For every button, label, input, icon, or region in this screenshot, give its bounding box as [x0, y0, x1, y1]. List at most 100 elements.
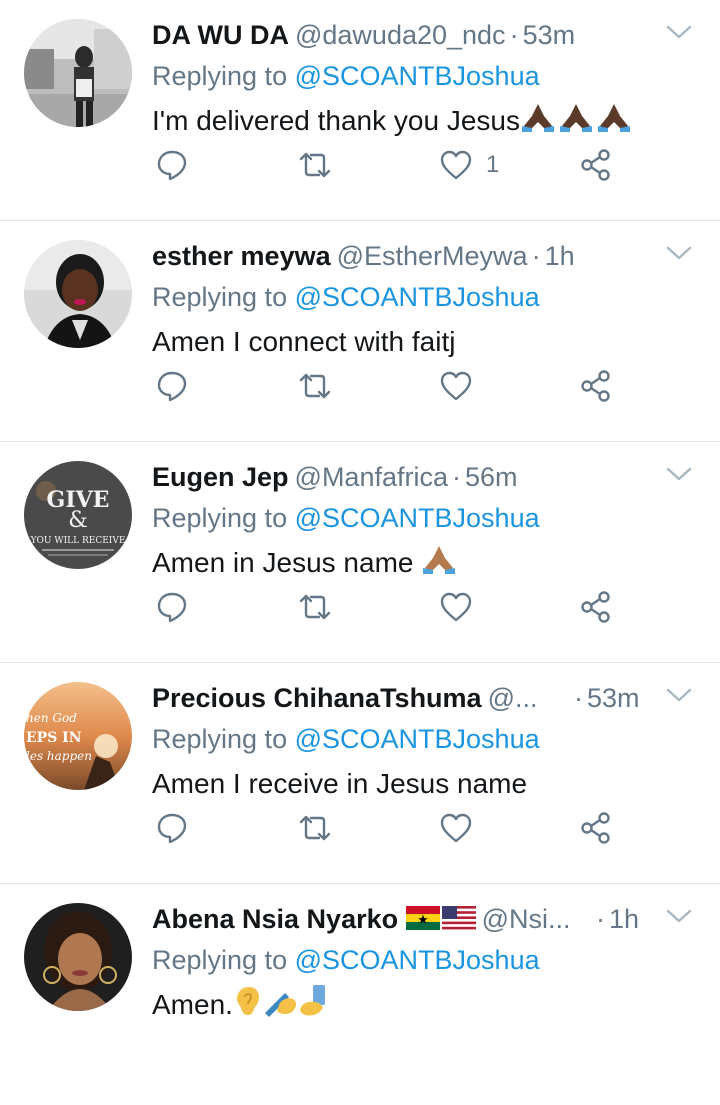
display-name[interactable]: esther meywa — [152, 241, 331, 271]
share-button[interactable] — [580, 806, 612, 850]
timestamp[interactable]: 53m — [587, 683, 640, 713]
tweet-header: Precious ChihanaTshuma @... — [152, 678, 628, 718]
mention-link[interactable]: @SCOANTBJoshua — [295, 724, 540, 754]
avatar[interactable]: hen God EPS IN les happen — [24, 682, 132, 790]
separator: · — [509, 20, 519, 50]
like-button[interactable] — [440, 364, 472, 408]
mention-link[interactable]: @SCOANTBJoshua — [295, 61, 540, 91]
tweet-header-time: · 53m — [570, 678, 656, 718]
separator: · — [596, 904, 605, 934]
share-icon — [581, 149, 610, 181]
share-button[interactable] — [580, 585, 612, 629]
reply-button[interactable] — [156, 585, 188, 629]
tweet-body: Amen. — [152, 989, 233, 1020]
user-handle[interactable]: @Manfafrica — [295, 462, 448, 492]
share-button[interactable] — [580, 364, 612, 408]
tweet-text: Amen I receive in Jesus name — [152, 763, 527, 805]
tweet-body: Amen I connect with faitj — [152, 326, 456, 357]
user-handle[interactable]: @... — [488, 683, 538, 713]
like-button[interactable] — [440, 806, 472, 850]
usa-flag-icon — [441, 901, 476, 939]
user-handle[interactable]: @EstherMeywa — [337, 241, 528, 271]
reply-button[interactable] — [156, 806, 188, 850]
reply-button[interactable] — [156, 143, 188, 187]
avatar-text: les happen — [26, 749, 92, 763]
reply-icon — [157, 592, 187, 623]
heart-icon — [440, 813, 472, 843]
tweet-text: Amen. — [152, 984, 329, 1029]
chevron-down-icon[interactable] — [666, 22, 692, 42]
tweet[interactable]: DA WU DA @dawuda20_ndc · 53m Replying to @S… — [0, 0, 720, 221]
separator: · — [452, 462, 461, 492]
like-count: 1 — [486, 151, 500, 178]
retweet-button[interactable] — [298, 585, 332, 629]
display-name[interactable]: Abena Nsia Nyarko — [152, 904, 398, 934]
retweet-icon — [299, 152, 331, 178]
avatar[interactable] — [24, 903, 132, 1011]
tweet-header: Eugen Jep @Manfafrica · 56m — [152, 457, 656, 497]
replying-label: Replying to — [152, 282, 288, 312]
avatar[interactable] — [24, 240, 132, 348]
replying-label: Replying to — [152, 724, 288, 754]
replying-to: Replying to @SCOANTBJoshua — [152, 940, 540, 980]
tweet[interactable]: GIVE & YOU WILL RECEIVE Eugen Jep @Manfaf… — [0, 442, 720, 663]
user-handle[interactable]: @Nsi... — [482, 904, 571, 934]
display-name[interactable]: DA WU DA — [152, 20, 289, 50]
chevron-down-icon[interactable] — [666, 464, 692, 484]
tweet[interactable]: esther meywa @EstherMeywa · 1h Replying to … — [0, 221, 720, 442]
share-button[interactable] — [580, 143, 612, 187]
separator: · — [531, 241, 541, 271]
avatar[interactable] — [24, 19, 132, 127]
ear-icon — [233, 985, 263, 1029]
tweet-actions: 1 — [156, 143, 626, 187]
tweet-header: esther meywa @EstherMeywa · 1h — [152, 236, 656, 276]
mention-link[interactable]: @SCOANTBJoshua — [295, 282, 540, 312]
timestamp[interactable]: 1h — [545, 241, 575, 271]
mention-link[interactable]: @SCOANTBJoshua — [295, 945, 540, 975]
like-button[interactable]: 1 — [440, 143, 499, 187]
retweet-icon — [299, 815, 331, 841]
tweet[interactable]: Abena Nsia Nyarko @Nsi... · 1h Replying t… — [0, 884, 720, 1105]
like-button[interactable] — [440, 585, 472, 629]
chevron-down-icon[interactable] — [666, 243, 692, 263]
retweet-button[interactable] — [298, 143, 332, 187]
writing-hand-icon — [263, 985, 299, 1029]
heart-icon — [440, 592, 472, 622]
chevron-down-icon[interactable] — [666, 685, 692, 705]
tweet-actions — [156, 364, 626, 408]
avatar[interactable]: GIVE & YOU WILL RECEIVE — [24, 461, 132, 569]
timestamp[interactable]: 53m — [523, 20, 576, 50]
tweet-text: I'm delivered thank you Jesus — [152, 100, 632, 144]
tweet-header: Abena Nsia Nyarko @Nsi... — [152, 899, 590, 939]
retweet-button[interactable] — [298, 364, 332, 408]
avatar-text: YOU WILL RECEIVE — [30, 536, 126, 546]
folded-hands-icon — [421, 544, 457, 586]
separator: · — [574, 683, 583, 713]
tweet-body: I'm delivered thank you Jesus — [152, 105, 520, 136]
tweet-body: Amen in Jesus name — [152, 547, 414, 578]
avatar-text: hen God — [26, 711, 77, 725]
replying-to: Replying to @SCOANTBJoshua — [152, 719, 540, 759]
share-icon — [581, 370, 610, 402]
mention-link[interactable]: @SCOANTBJoshua — [295, 503, 540, 533]
reply-icon — [157, 813, 187, 844]
chevron-down-icon[interactable] — [666, 906, 692, 926]
tweet-actions — [156, 806, 626, 850]
timestamp[interactable]: 1h — [609, 904, 639, 934]
heart-icon — [440, 150, 472, 180]
retweet-button[interactable] — [298, 806, 332, 850]
folded-hands-icon — [520, 102, 632, 144]
tweet-header: DA WU DA @dawuda20_ndc · 53m — [152, 15, 656, 55]
reply-icon — [157, 371, 187, 402]
display-name[interactable]: Precious ChihanaTshuma — [152, 683, 482, 713]
avatar-text: & — [68, 508, 88, 533]
share-icon — [581, 591, 610, 623]
tweet-text: Amen I connect with faitj — [152, 321, 455, 363]
user-handle[interactable]: @dawuda20_ndc — [295, 20, 506, 50]
retweet-icon — [299, 594, 331, 620]
tweet[interactable]: hen God EPS IN les happen Precious Chiha… — [0, 663, 720, 884]
display-name[interactable]: Eugen Jep — [152, 462, 289, 492]
timestamp[interactable]: 56m — [465, 462, 518, 492]
reply-button[interactable] — [156, 364, 188, 408]
heart-icon — [440, 371, 472, 401]
